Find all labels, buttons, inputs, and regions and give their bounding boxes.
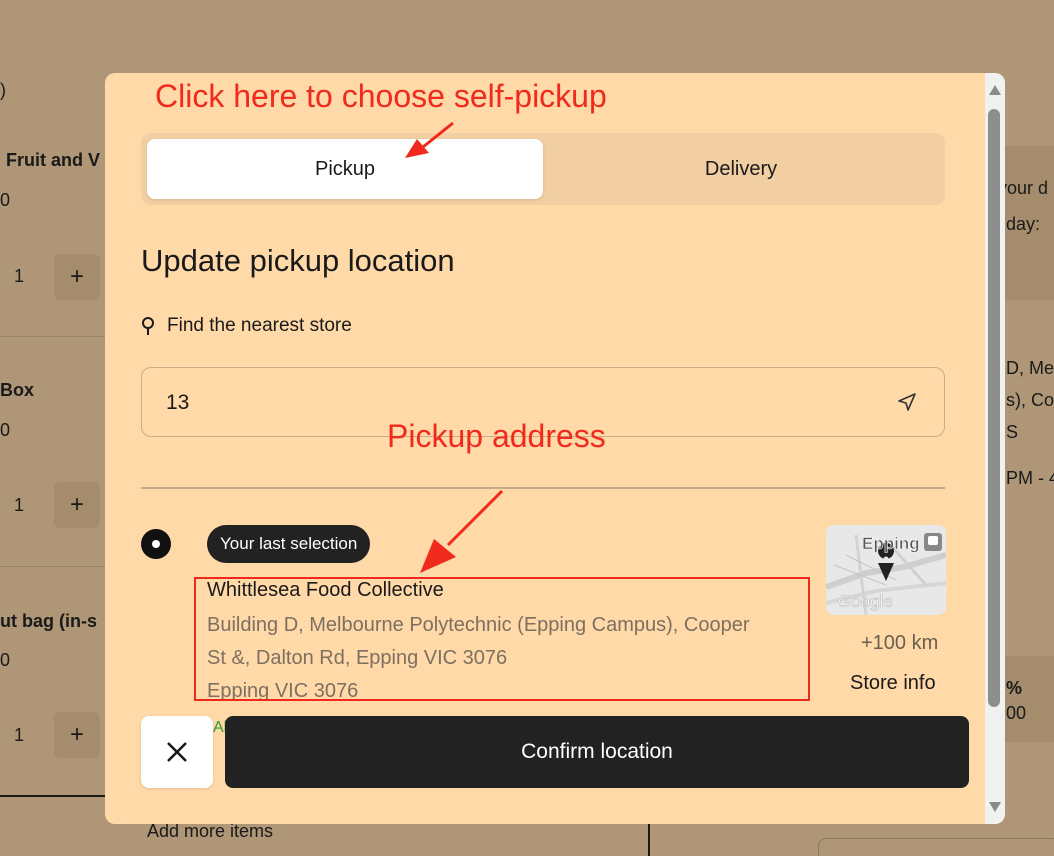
navigation-arrow-icon[interactable] <box>896 391 918 413</box>
bg-qty-value: 1 <box>14 266 25 286</box>
bg-right-text: your d <box>998 178 1049 198</box>
modal-scrollbar[interactable] <box>985 73 1005 824</box>
add-more-items-link[interactable]: Add more items <box>147 821 273 842</box>
map-image: Epping Google <box>826 525 946 615</box>
map-place-label: Epping <box>862 534 920 553</box>
close-icon <box>167 742 187 762</box>
fulfilment-tabs: Pickup Delivery <box>141 133 945 205</box>
bg-right-text: % <box>1006 678 1023 698</box>
bg-qty-value: 1 <box>14 725 25 745</box>
bg-product-price: 0 <box>0 420 11 440</box>
bg-right-text: PM - 4 <box>1006 468 1054 488</box>
pickup-location-modal: Click here to choose self-pickup Pickup … <box>105 73 1005 824</box>
page-title: Update pickup location <box>141 243 455 278</box>
last-selection-badge: Your last selection <box>207 525 371 563</box>
bg-divider <box>0 336 106 337</box>
bg-product-price: 0 <box>0 190 11 210</box>
bg-plus-button: + <box>54 254 100 300</box>
bg-right-text: s), Coo <box>1006 390 1054 410</box>
annotation-arrow-icon <box>420 489 504 573</box>
bg-right-box <box>818 838 1054 856</box>
bg-right-text: D, Me <box>1006 358 1054 378</box>
bg-divider <box>648 823 650 856</box>
bg-text-fragment: ) <box>0 80 6 100</box>
scrollbar-thumb[interactable] <box>988 109 1000 707</box>
bg-product-price: 0 <box>0 650 11 670</box>
find-nearest-store[interactable]: Find the nearest store <box>141 313 352 339</box>
store-distance: +100 km <box>861 632 939 654</box>
location-pin-icon <box>142 317 154 335</box>
store-radio-selected[interactable] <box>141 529 171 559</box>
scroll-up-arrow-icon[interactable] <box>989 85 1001 95</box>
bg-plus-button: + <box>54 712 100 758</box>
tab-delivery[interactable]: Delivery <box>543 139 939 199</box>
bg-divider <box>0 566 106 567</box>
store-info-link[interactable]: Store info <box>850 672 936 695</box>
bg-product-name: Fruit and V <box>6 150 100 170</box>
annotation-arrow-icon <box>405 121 454 158</box>
map-brand-label: Google <box>838 592 893 611</box>
tab-pickup[interactable]: Pickup <box>147 139 543 199</box>
bg-right-text: S <box>1006 422 1019 442</box>
annotation-address-hint: Pickup address <box>387 418 606 454</box>
annotation-pickup-hint: Click here to choose self-pickup <box>155 78 607 114</box>
bg-right-text: day: <box>1006 214 1041 234</box>
bg-product-name: ut bag (in-s <box>0 611 97 631</box>
annotation-highlight-box <box>194 577 810 701</box>
section-divider <box>141 487 945 489</box>
bg-product-name: Box <box>0 380 35 400</box>
bg-right-text: 00 <box>1006 703 1027 723</box>
search-value: 13 <box>166 391 190 414</box>
confirm-location-button[interactable]: Confirm location <box>225 716 969 788</box>
bg-divider <box>0 795 106 797</box>
bg-plus-button: + <box>54 482 100 528</box>
find-nearest-label: Find the nearest store <box>167 315 352 336</box>
store-map-thumbnail[interactable]: Epping Google <box>826 525 946 615</box>
bg-qty-value: 1 <box>14 495 25 515</box>
scroll-down-arrow-icon[interactable] <box>989 802 1001 812</box>
close-button[interactable] <box>141 716 213 788</box>
